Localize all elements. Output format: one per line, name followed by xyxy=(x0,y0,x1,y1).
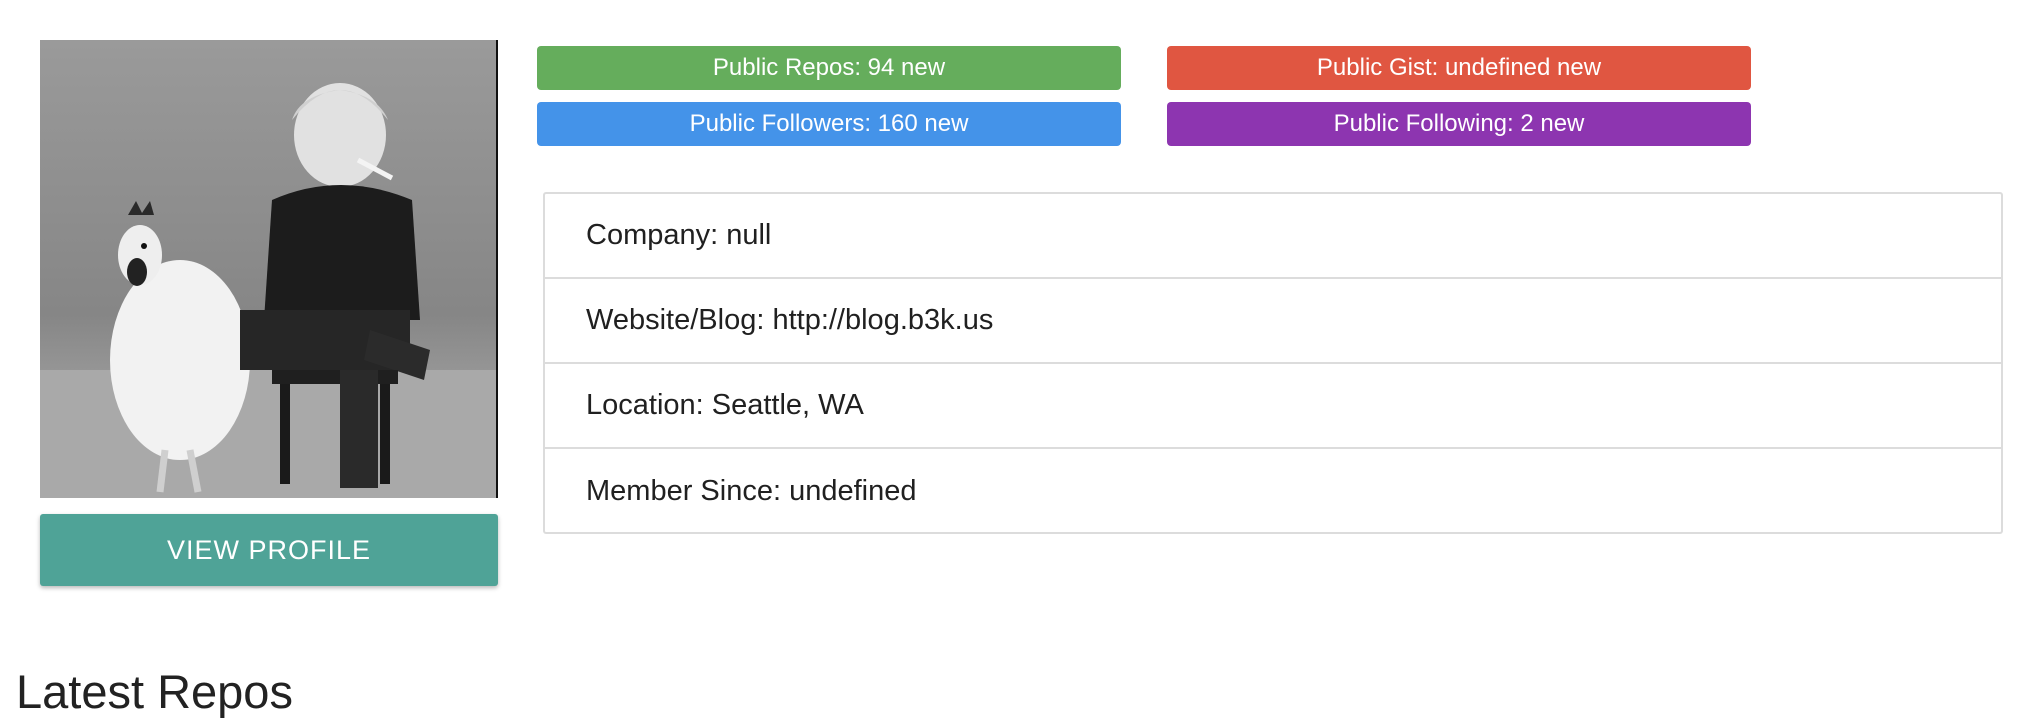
company-item: Company: null xyxy=(545,194,2001,279)
latest-repos-heading: Latest Repos xyxy=(16,665,293,718)
public-followers-badge: Public Followers: 160 new xyxy=(537,102,1121,146)
profile-info-list: Company: null Website/Blog: http://blog.… xyxy=(543,192,2003,534)
public-following-badge: Public Following: 2 new xyxy=(1167,102,1751,146)
location-item: Location: Seattle, WA xyxy=(545,364,2001,449)
public-repos-badge: Public Repos: 94 new xyxy=(537,46,1121,90)
view-profile-button[interactable]: VIEW PROFILE xyxy=(40,514,498,586)
member-since-item: Member Since: undefined xyxy=(586,475,917,507)
website-item: Website/Blog: http://blog.b3k.us xyxy=(545,279,2001,364)
public-gist-badge: Public Gist: undefined new xyxy=(1167,46,1751,90)
avatar xyxy=(40,40,498,498)
avatar-photo xyxy=(40,40,498,498)
